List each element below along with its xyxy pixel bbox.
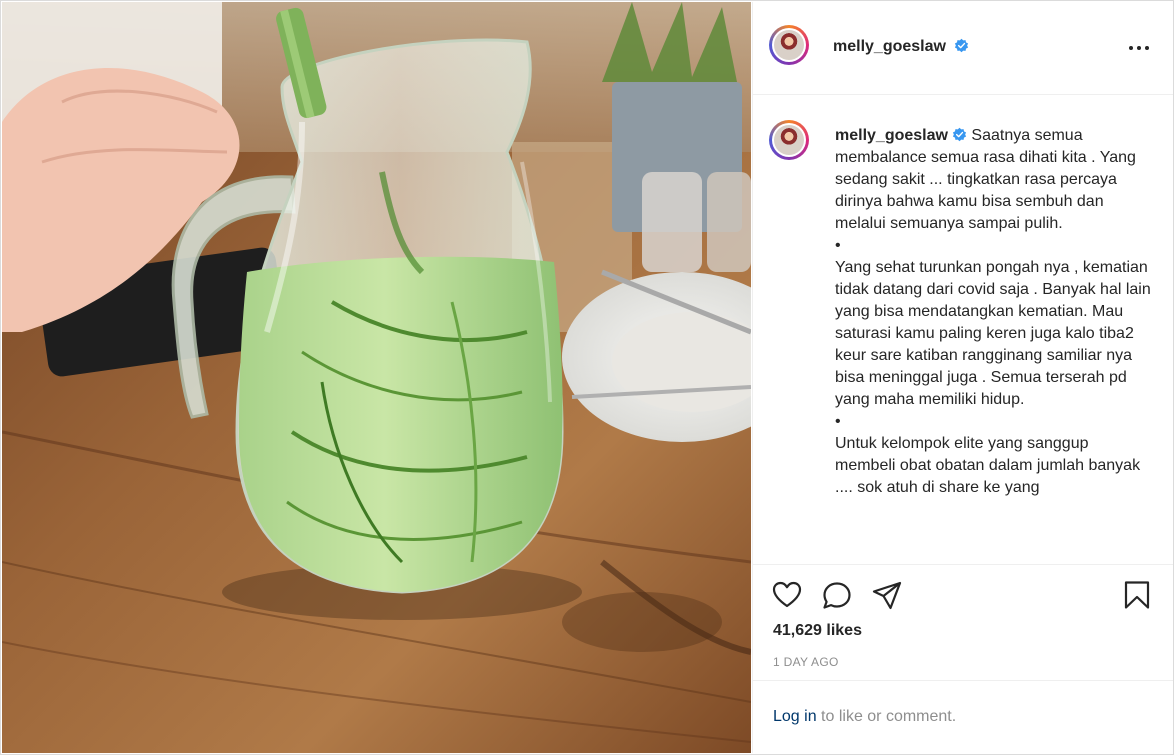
verified-badge-icon <box>955 38 969 53</box>
paper-plane-icon[interactable] <box>871 579 903 611</box>
cucumber-pitcher-image <box>2 2 751 753</box>
author-name-row: melly_goeslaw <box>833 38 969 56</box>
author-username-link[interactable]: melly_goeslaw <box>833 38 946 55</box>
login-prompt-text: to like or comment. <box>816 708 957 725</box>
caption-author-username[interactable]: melly_goeslaw <box>835 127 948 144</box>
login-link[interactable]: Log in <box>773 708 817 725</box>
comments-area[interactable]: melly_goeslaw Saatnya semua membalance s… <box>753 95 1173 563</box>
caption-author-avatar[interactable] <box>769 120 809 160</box>
login-prompt: Log in to like or comment. <box>753 680 1173 754</box>
verified-badge-icon <box>952 127 967 142</box>
post-photo[interactable] <box>2 2 751 753</box>
post-dialog: melly_goeslaw melly_goeslaw Saatnya semu… <box>0 0 1174 755</box>
post-header: melly_goeslaw <box>753 2 1173 95</box>
bookmark-icon[interactable] <box>1121 579 1153 611</box>
post-date[interactable]: 1 DAY AGO <box>773 655 839 669</box>
post-actions: 41,629 likes 1 DAY AGO Log in to like or… <box>753 564 1173 754</box>
heart-icon[interactable] <box>771 579 803 611</box>
post-side-panel: melly_goeslaw melly_goeslaw Saatnya semu… <box>752 2 1173 753</box>
likes-count[interactable]: 41,629 likes <box>773 622 862 640</box>
author-avatar[interactable] <box>769 25 809 65</box>
comment-bubble-icon[interactable] <box>821 579 853 611</box>
caption-body: Saatnya semua membalance semua rasa diha… <box>835 127 1151 496</box>
caption: melly_goeslaw Saatnya semua membalance s… <box>835 125 1153 499</box>
more-options-icon[interactable] <box>1127 38 1151 58</box>
